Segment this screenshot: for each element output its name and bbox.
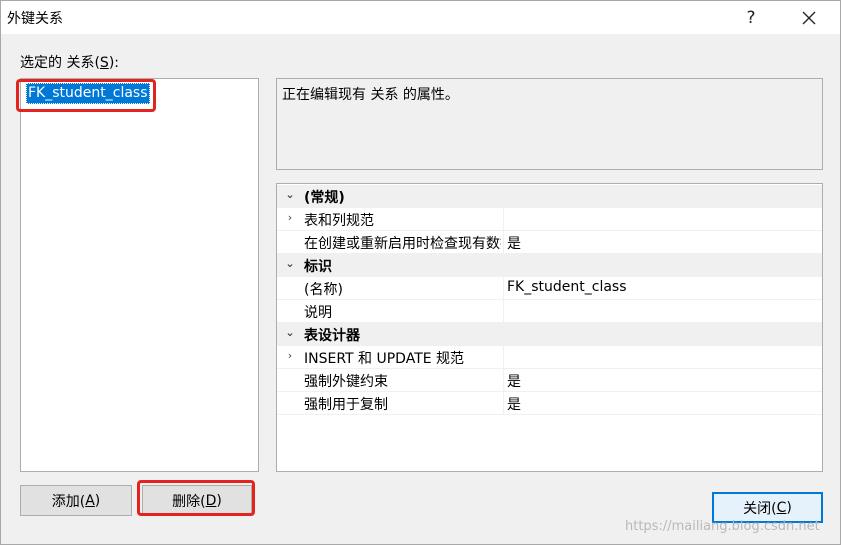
property-row-table-column-spec[interactable]: › 表和列规范 xyxy=(277,208,822,231)
property-row-check-existing-data[interactable]: 在创建或重新启用时检查现有数据 是 xyxy=(277,231,822,254)
category-label: 标识 xyxy=(304,259,332,275)
category-identity[interactable]: ⌄ 标识 xyxy=(277,254,822,277)
property-name: 强制用于复制 xyxy=(304,397,388,413)
window-title: 外键关系 xyxy=(7,11,63,27)
description-panel: 正在编辑现有 关系 的属性。 xyxy=(276,78,823,170)
category-table-designer[interactable]: ⌄ 表设计器 xyxy=(277,323,822,346)
column-divider xyxy=(503,231,504,254)
expand-icon[interactable]: › xyxy=(283,349,297,362)
delete-button-label: 删除( xyxy=(172,493,206,510)
expand-icon[interactable]: › xyxy=(283,211,297,224)
watermark-text: https://mailiang.blog.csdn.net xyxy=(625,519,820,534)
close-icon xyxy=(802,11,816,24)
help-button[interactable]: ? xyxy=(728,1,774,34)
collapse-icon[interactable]: ⌄ xyxy=(283,257,297,270)
foreign-key-dialog: 外键关系 ? 选定的 关系(S): FK_student_class 正在编辑现… xyxy=(0,0,841,545)
close-window-button[interactable] xyxy=(786,1,832,34)
close-button-label-tail: ) xyxy=(786,499,792,516)
selected-relations-label: 选定的 关系(S): xyxy=(20,55,119,71)
property-value[interactable]: 是 xyxy=(507,394,521,414)
description-text: 正在编辑现有 关系 的属性。 xyxy=(282,87,459,103)
column-divider xyxy=(503,392,504,415)
category-label: 表设计器 xyxy=(304,328,360,344)
add-button-label: 添加( xyxy=(51,493,86,510)
column-divider xyxy=(503,346,504,369)
property-name: 表和列规范 xyxy=(304,213,374,229)
collapse-icon[interactable]: ⌄ xyxy=(283,326,297,339)
column-divider xyxy=(503,208,504,231)
close-button-label: 关闭( xyxy=(743,500,777,517)
property-grid[interactable]: ⌄ (常规) › 表和列规范 在创建或重新启用时检查现有数据 是 ⌄ 标识 (名… xyxy=(276,183,823,472)
column-divider xyxy=(503,369,504,392)
property-value[interactable]: FK_student_class xyxy=(507,279,627,295)
property-name: (名称) xyxy=(304,282,343,298)
add-button-label-tail: ) xyxy=(94,492,101,509)
property-row-name[interactable]: (名称) FK_student_class xyxy=(277,277,822,300)
delete-button[interactable]: 删除(D) xyxy=(142,485,252,516)
delete-button-accesskey: D xyxy=(205,492,217,509)
property-value[interactable]: 是 xyxy=(507,233,521,253)
title-bar: 外键关系 ? xyxy=(1,1,840,34)
property-row-enforce-replication[interactable]: 强制用于复制 是 xyxy=(277,392,822,415)
category-label: (常规) xyxy=(304,190,345,206)
relations-list[interactable]: FK_student_class xyxy=(20,78,259,472)
collapse-icon[interactable]: ⌄ xyxy=(283,188,297,201)
add-button[interactable]: 添加(A) xyxy=(20,485,132,516)
close-button-accesskey: C xyxy=(776,499,787,516)
category-general[interactable]: ⌄ (常规) xyxy=(277,185,822,208)
delete-button-label-tail: ) xyxy=(216,492,222,509)
add-button-accesskey: A xyxy=(85,492,95,509)
column-divider xyxy=(503,300,504,323)
column-divider xyxy=(503,277,504,300)
property-value[interactable]: 是 xyxy=(507,371,521,391)
property-row-enforce-fk[interactable]: 强制外键约束 是 xyxy=(277,369,822,392)
property-name: 强制外键约束 xyxy=(304,374,388,390)
property-name: INSERT 和 UPDATE 规范 xyxy=(304,351,465,367)
property-row-insert-update-spec[interactable]: › INSERT 和 UPDATE 规范 xyxy=(277,346,822,369)
relation-item-fk-student-class[interactable]: FK_student_class xyxy=(26,83,150,104)
help-icon: ? xyxy=(746,7,756,28)
property-row-description[interactable]: 说明 xyxy=(277,300,822,323)
property-name: 说明 xyxy=(304,305,332,321)
property-name: 在创建或重新启用时检查现有数据 xyxy=(304,236,501,252)
